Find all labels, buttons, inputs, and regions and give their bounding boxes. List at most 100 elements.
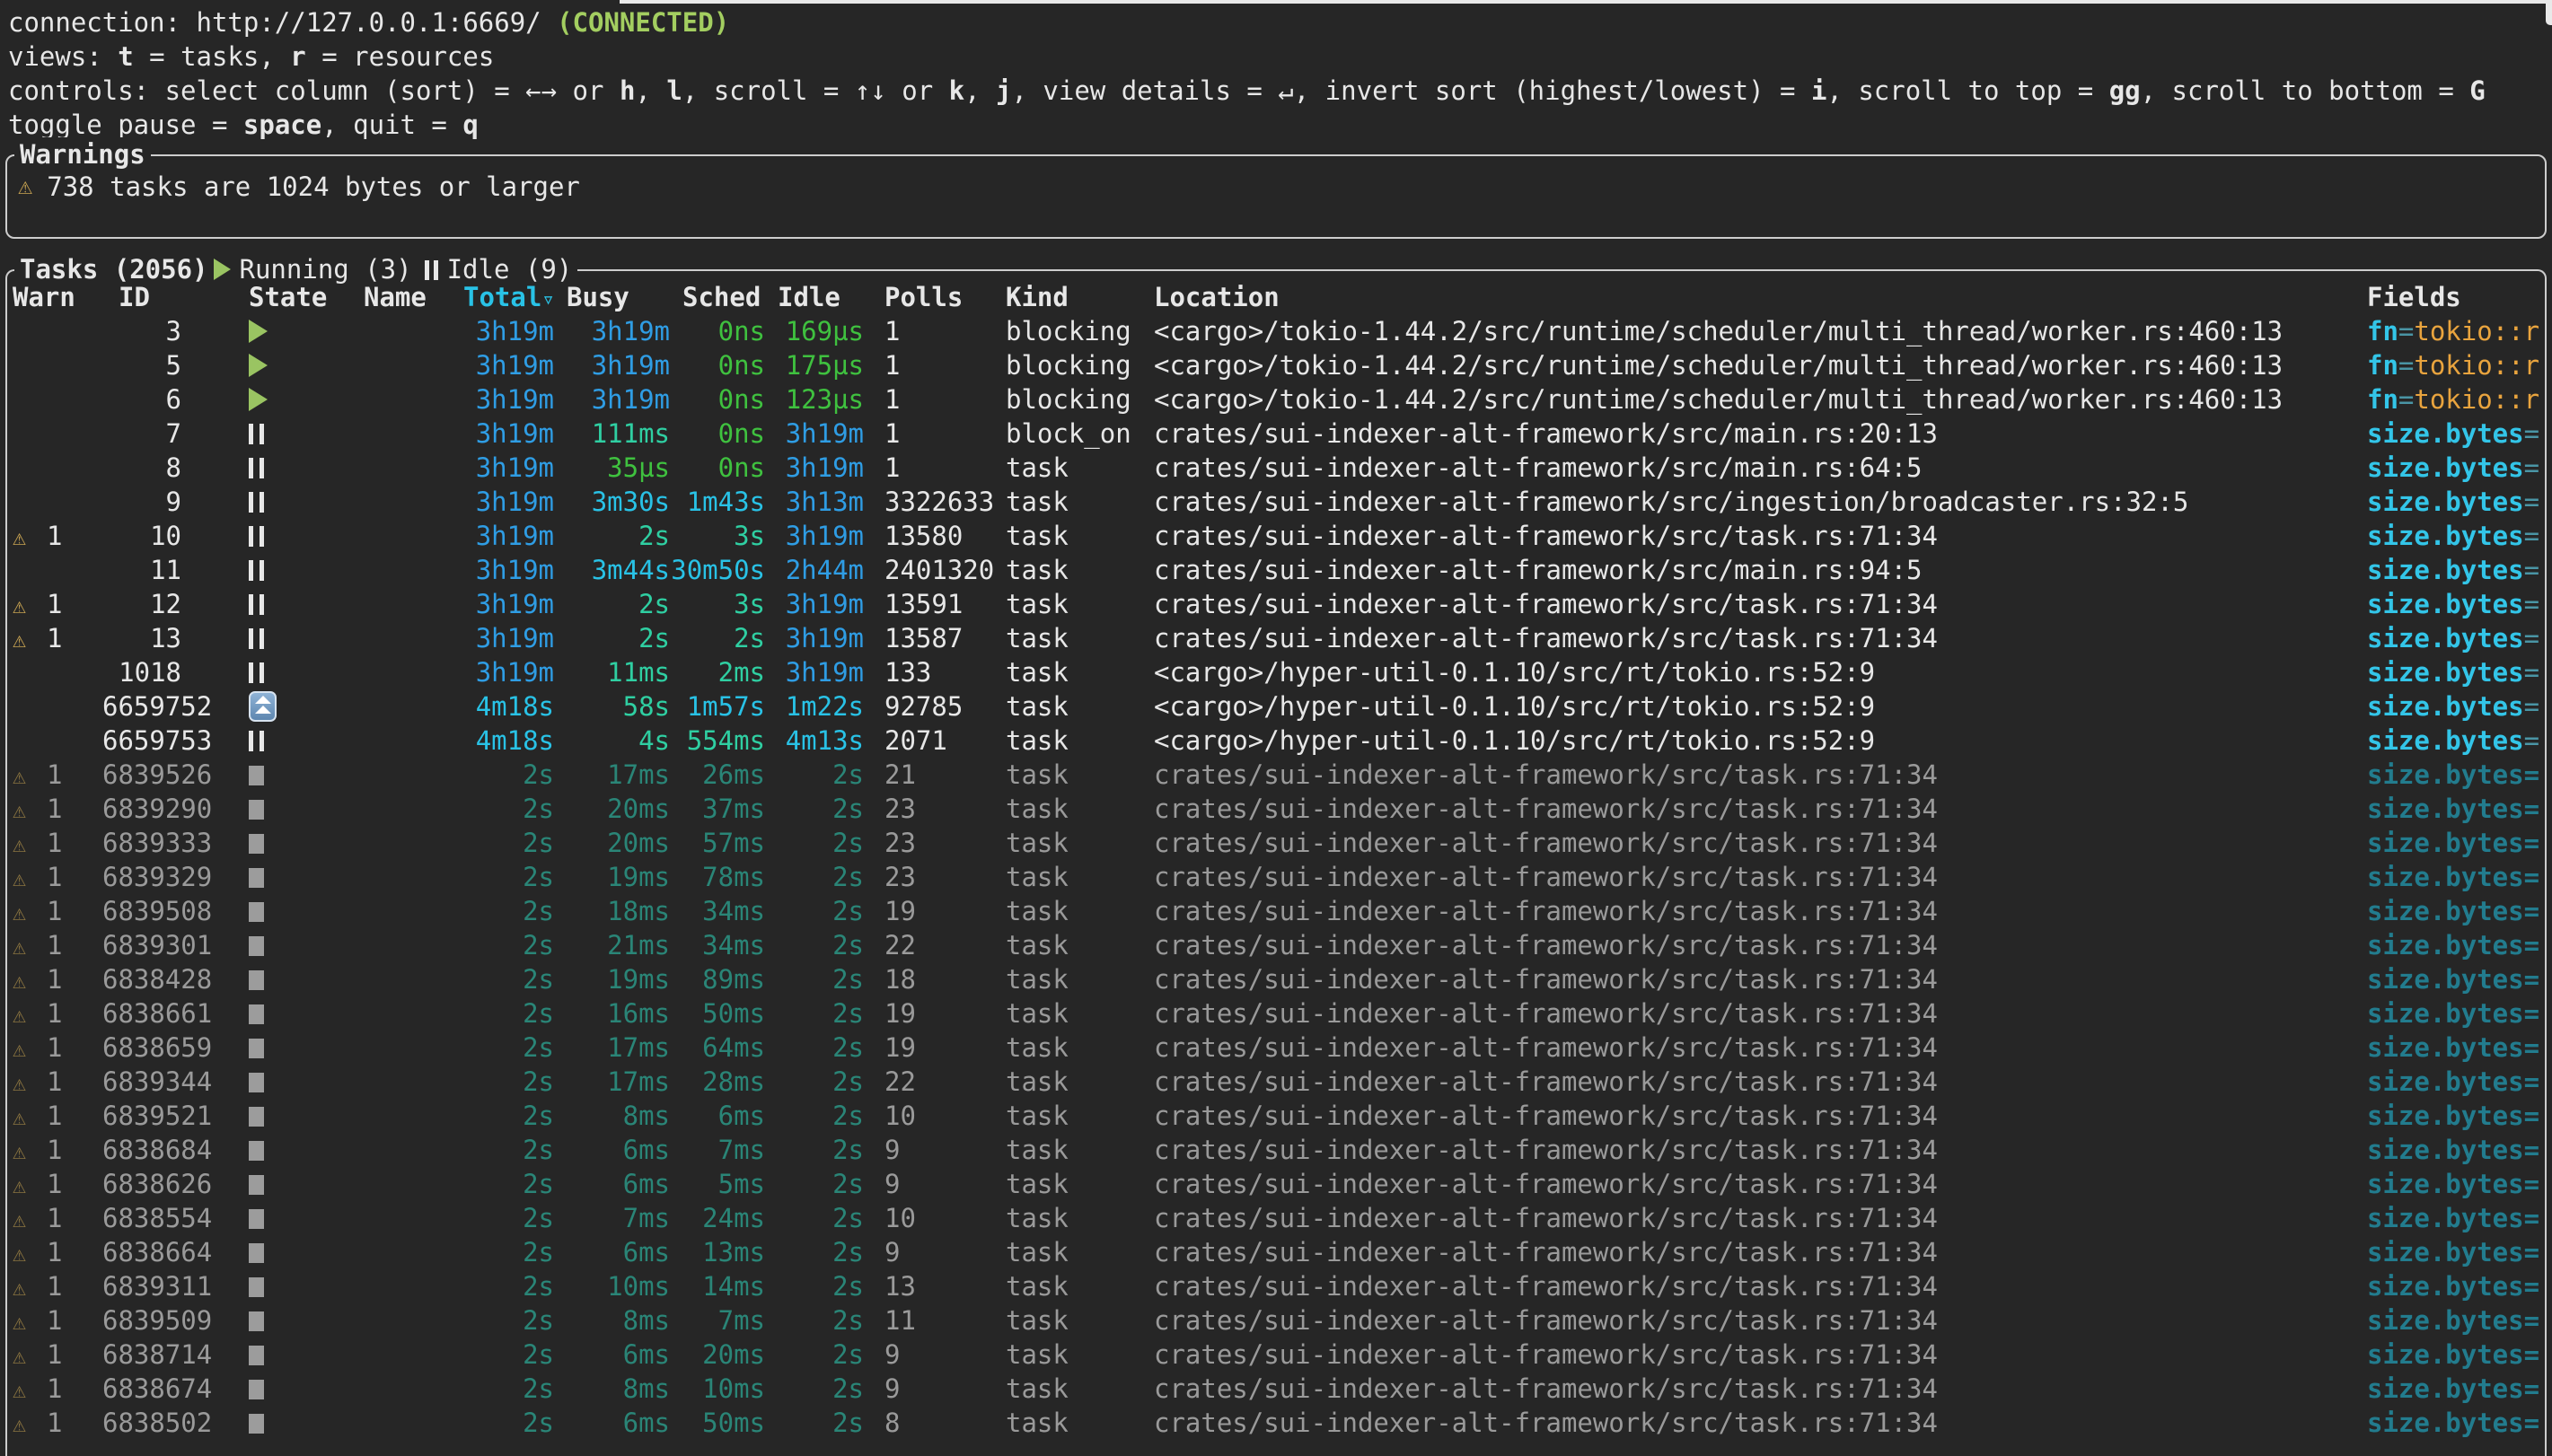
task-row[interactable]: ⚠ 6 3h19m 3h19m 0ns 123µs 1 blocking <ca… — [7, 382, 2545, 417]
task-row[interactable]: ⚠1 6838626 2s 6ms 5ms 2s 9 task crates/s… — [7, 1167, 2545, 1201]
task-row[interactable]: ⚠ 5 3h19m 3h19m 0ns 175µs 1 blocking <ca… — [7, 348, 2545, 382]
idle-state-icon — [425, 260, 438, 280]
task-row[interactable]: ⚠ 7 3h19m 111ms 0ns 3h19m 1 block_on cra… — [7, 417, 2545, 451]
cell-sched-duration: 6ms — [670, 1099, 765, 1133]
cell-idle-duration: 2s — [765, 758, 864, 792]
cell-task-id: 6839290 — [102, 792, 181, 826]
task-row[interactable]: ⚠ 1018 3h19m 11ms 2ms 3h19m 133 task <ca… — [7, 655, 2545, 689]
cell-fields: size.bytes= — [2367, 1099, 2545, 1133]
cell-task-id: 6839344 — [102, 1065, 181, 1099]
cell-fields: size.bytes= — [2367, 1065, 2545, 1099]
task-row[interactable]: ⚠1 6839526 2s 17ms 26ms 2s 21 task crate… — [7, 758, 2545, 792]
cell-idle-duration: 2s — [765, 996, 864, 1031]
cell-name — [364, 519, 449, 553]
cell-sched-duration: 28ms — [670, 1065, 765, 1099]
warning-triangle-icon: ⚠ — [13, 1305, 47, 1339]
cell-warn: ⚠1 — [13, 519, 99, 553]
cell-sched-duration: 1m57s — [670, 689, 765, 724]
cell-sched-duration: 1m43s — [670, 485, 765, 519]
task-row[interactable]: ⚠1 6838428 2s 19ms 89ms 2s 18 task crate… — [7, 962, 2545, 996]
cell-name — [364, 894, 449, 928]
column-header-idle[interactable]: Idle — [765, 280, 864, 314]
task-row[interactable]: ⚠1 6839329 2s 19ms 78ms 2s 23 task crate… — [7, 860, 2545, 894]
cell-busy-duration: 3h19m — [554, 348, 670, 382]
task-row[interactable]: ⚠1 10 3h19m 2s 3s 3h19m 13580 task crate… — [7, 519, 2545, 553]
task-row[interactable]: ⚠1 6838659 2s 17ms 64ms 2s 19 task crate… — [7, 1031, 2545, 1065]
task-row[interactable]: ⚠ 8 3h19m 35µs 0ns 3h19m 1 task crates/s… — [7, 451, 2545, 485]
cell-polls: 9 — [884, 1235, 1001, 1269]
cell-total-duration: 2s — [451, 928, 554, 962]
task-row[interactable]: ⚠1 6838674 2s 8ms 10ms 2s 9 task crates/… — [7, 1372, 2545, 1406]
cell-kind: task — [1006, 996, 1149, 1031]
task-row[interactable]: ⚠ 6659753 4m18s 4s 554ms 4m13s 2071 task… — [7, 724, 2545, 758]
task-row[interactable]: ⚠1 6839509 2s 8ms 7ms 2s 11 task crates/… — [7, 1303, 2545, 1338]
cell-name — [364, 451, 449, 485]
cell-location: crates/sui-indexer-alt-framework/src/tas… — [1154, 996, 2362, 1031]
cell-sched-duration: 26ms — [670, 758, 765, 792]
warning-triangle-icon: ⚠ — [13, 623, 47, 657]
task-row[interactable]: ⚠ 11 3h19m 3m44s 30m50s 2h44m 2401320 ta… — [7, 553, 2545, 587]
column-header-fields[interactable]: Fields — [2367, 280, 2545, 314]
task-row[interactable]: ⚠1 6838554 2s 7ms 24ms 2s 10 task crates… — [7, 1201, 2545, 1235]
cell-sched-duration: 34ms — [670, 894, 765, 928]
task-row[interactable]: ⚠1 6839508 2s 18ms 34ms 2s 19 task crate… — [7, 894, 2545, 928]
column-header-id[interactable]: ID — [102, 280, 181, 314]
cell-idle-duration: 175µs — [765, 348, 864, 382]
cell-task-id: 6838714 — [102, 1338, 181, 1372]
cell-warn: ⚠1 — [13, 1031, 99, 1065]
cell-fields: size.bytes= — [2367, 894, 2545, 928]
task-row[interactable]: ⚠1 6839344 2s 17ms 28ms 2s 22 task crate… — [7, 1065, 2545, 1099]
task-row[interactable]: ⚠1 6839290 2s 20ms 37ms 2s 23 task crate… — [7, 792, 2545, 826]
task-row[interactable]: ⚠ 6659752 4m18s 58s 1m57s 1m22s 92785 ta… — [7, 689, 2545, 724]
column-header-kind[interactable]: Kind — [1006, 280, 1149, 314]
cell-kind: task — [1006, 655, 1149, 689]
column-header-busy[interactable]: Busy — [554, 280, 670, 314]
task-row[interactable]: ⚠1 6838502 2s 6ms 50ms 2s 8 task crates/… — [7, 1406, 2545, 1440]
cell-task-id: 8 — [102, 451, 181, 485]
cell-location: crates/sui-indexer-alt-framework/src/tas… — [1154, 860, 2362, 894]
task-row[interactable]: ⚠1 6839301 2s 21ms 34ms 2s 22 task crate… — [7, 928, 2545, 962]
task-row[interactable]: ⚠1 6839521 2s 8ms 6ms 2s 10 task crates/… — [7, 1099, 2545, 1133]
cell-idle-duration: 2s — [765, 1031, 864, 1065]
task-row[interactable]: ⚠ 3 3h19m 3h19m 0ns 169µs 1 blocking <ca… — [7, 314, 2545, 348]
idle-state-icon — [249, 492, 264, 513]
task-row[interactable]: ⚠ 9 3h19m 3m30s 1m43s 3h13m 3322633 task… — [7, 485, 2545, 519]
column-header-sched[interactable]: Sched — [670, 280, 765, 314]
cell-busy-duration: 6ms — [554, 1167, 670, 1201]
warning-triangle-icon: ⚠ — [13, 521, 47, 555]
cell-sched-duration: 20ms — [670, 1338, 765, 1372]
cell-busy-duration: 8ms — [554, 1099, 670, 1133]
task-row[interactable]: ⚠1 6839311 2s 10ms 14ms 2s 13 task crate… — [7, 1269, 2545, 1303]
cell-busy-duration: 19ms — [554, 962, 670, 996]
task-row[interactable]: ⚠1 12 3h19m 2s 3s 3h19m 13591 task crate… — [7, 587, 2545, 621]
cell-idle-duration: 3h19m — [765, 451, 864, 485]
cell-sched-duration: 554ms — [670, 724, 765, 758]
cell-task-id: 6839301 — [102, 928, 181, 962]
cell-busy-duration: 3m44s — [554, 553, 670, 587]
cell-state — [249, 962, 348, 996]
column-header-state[interactable]: State — [249, 280, 348, 314]
cell-polls: 23 — [884, 826, 1001, 860]
column-header-total-sorted[interactable]: Total▿ — [451, 280, 554, 314]
idle-state-icon — [249, 628, 264, 649]
column-header-location[interactable]: Location — [1154, 280, 2362, 314]
task-row[interactable]: ⚠1 6838664 2s 6ms 13ms 2s 9 task crates/… — [7, 1235, 2545, 1269]
cell-sched-duration: 2s — [670, 621, 765, 655]
column-header-name[interactable]: Name — [364, 280, 449, 314]
column-header-polls[interactable]: Polls — [884, 280, 1001, 314]
cell-warn: ⚠1 — [13, 1133, 99, 1167]
cell-fields: size.bytes= — [2367, 485, 2545, 519]
task-row[interactable]: ⚠1 6839333 2s 20ms 57ms 2s 23 task crate… — [7, 826, 2545, 860]
task-row[interactable]: ⚠1 6838661 2s 16ms 50ms 2s 19 task crate… — [7, 996, 2545, 1031]
cell-warn: ⚠ — [13, 451, 99, 485]
task-row[interactable]: ⚠1 6838714 2s 6ms 20ms 2s 9 task crates/… — [7, 1338, 2545, 1372]
column-header-warn[interactable]: Warn — [13, 280, 99, 314]
stopped-state-icon — [249, 1346, 264, 1365]
running-state-icon — [249, 320, 268, 343]
cell-fields: size.bytes= — [2367, 553, 2545, 587]
task-row[interactable]: ⚠1 13 3h19m 2s 2s 3h19m 13587 task crate… — [7, 621, 2545, 655]
cell-sched-duration: 34ms — [670, 928, 765, 962]
task-row[interactable]: ⚠1 6838684 2s 6ms 7ms 2s 9 task crates/s… — [7, 1133, 2545, 1167]
cell-idle-duration: 2s — [765, 826, 864, 860]
cell-location: crates/sui-indexer-alt-framework/src/ing… — [1154, 485, 2362, 519]
